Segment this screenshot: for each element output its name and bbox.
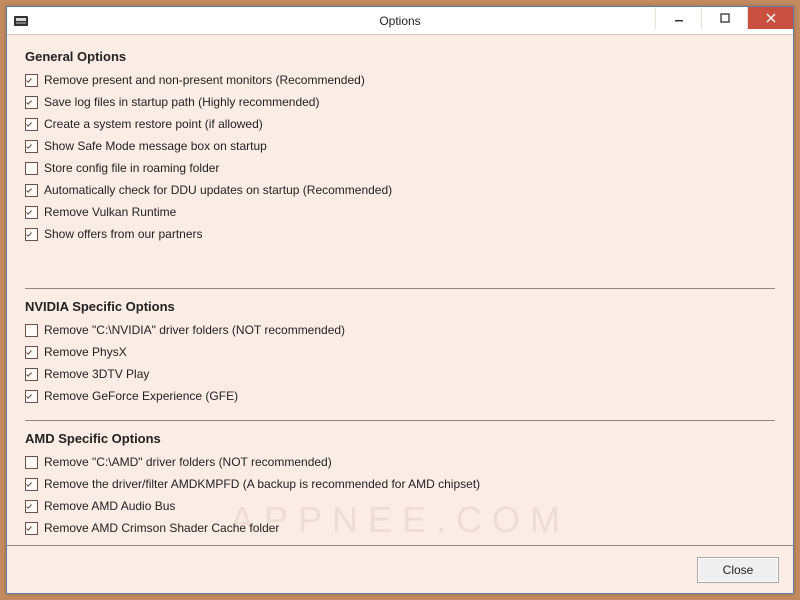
checkbox[interactable] <box>25 390 38 403</box>
option-row: Remove AMD Crimson Shader Cache folder <box>25 518 775 538</box>
option-row: Remove PhysX <box>25 342 775 362</box>
app-icon <box>13 13 29 29</box>
checkbox[interactable] <box>25 206 38 219</box>
divider <box>25 288 775 289</box>
window-controls <box>655 7 793 29</box>
close-window-button[interactable] <box>747 7 793 29</box>
checkbox[interactable] <box>25 140 38 153</box>
checkbox[interactable] <box>25 96 38 109</box>
option-row: Show Safe Mode message box on startup <box>25 136 775 156</box>
checkbox[interactable] <box>25 74 38 87</box>
option-row: Remove 3DTV Play <box>25 364 775 384</box>
option-label[interactable]: Automatically check for DDU updates on s… <box>44 183 392 197</box>
option-label[interactable]: Remove "C:\AMD" driver folders (NOT reco… <box>44 455 332 469</box>
maximize-button[interactable] <box>701 7 747 29</box>
titlebar: Options <box>7 7 793 35</box>
options-window: Options General Options Remove present a… <box>6 6 794 594</box>
option-row: Show offers from our partners <box>25 224 775 244</box>
close-button[interactable]: Close <box>697 557 779 583</box>
checkbox[interactable] <box>25 456 38 469</box>
option-label[interactable]: Show Safe Mode message box on startup <box>44 139 267 153</box>
option-row: Remove AMD Audio Bus <box>25 496 775 516</box>
amd-options-list: Remove "C:\AMD" driver folders (NOT reco… <box>25 452 775 538</box>
option-label[interactable]: Remove PhysX <box>44 345 127 359</box>
option-label[interactable]: Store config file in roaming folder <box>44 161 219 175</box>
option-label[interactable]: Remove GeForce Experience (GFE) <box>44 389 238 403</box>
option-label[interactable]: Show offers from our partners <box>44 227 203 241</box>
nvidia-section-title: NVIDIA Specific Options <box>25 299 775 314</box>
option-row: Save log files in startup path (Highly r… <box>25 92 775 112</box>
option-label[interactable]: Remove the driver/filter AMDKMPFD (A bac… <box>44 477 480 491</box>
option-row: Remove the driver/filter AMDKMPFD (A bac… <box>25 474 775 494</box>
option-label[interactable]: Remove AMD Audio Bus <box>44 499 175 513</box>
checkbox[interactable] <box>25 346 38 359</box>
option-row: Remove GeForce Experience (GFE) <box>25 386 775 406</box>
checkbox[interactable] <box>25 118 38 131</box>
checkbox[interactable] <box>25 324 38 337</box>
checkbox[interactable] <box>25 500 38 513</box>
option-row: Store config file in roaming folder <box>25 158 775 178</box>
option-label[interactable]: Remove Vulkan Runtime <box>44 205 176 219</box>
divider <box>25 420 775 421</box>
content-area: General Options Remove present and non-p… <box>7 35 793 545</box>
footer: Close <box>7 545 793 593</box>
amd-section-title: AMD Specific Options <box>25 431 775 446</box>
nvidia-options-list: Remove "C:\NVIDIA" driver folders (NOT r… <box>25 320 775 406</box>
general-section-title: General Options <box>25 49 775 64</box>
checkbox[interactable] <box>25 522 38 535</box>
option-row: Remove "C:\NVIDIA" driver folders (NOT r… <box>25 320 775 340</box>
checkbox[interactable] <box>25 478 38 491</box>
option-row: Remove present and non-present monitors … <box>25 70 775 90</box>
option-label[interactable]: Remove 3DTV Play <box>44 367 149 381</box>
option-row: Remove Vulkan Runtime <box>25 202 775 222</box>
checkbox[interactable] <box>25 184 38 197</box>
option-row: Automatically check for DDU updates on s… <box>25 180 775 200</box>
checkbox[interactable] <box>25 368 38 381</box>
option-label[interactable]: Remove present and non-present monitors … <box>44 73 365 87</box>
option-row: Remove "C:\AMD" driver folders (NOT reco… <box>25 452 775 472</box>
option-label[interactable]: Save log files in startup path (Highly r… <box>44 95 319 109</box>
checkbox[interactable] <box>25 162 38 175</box>
option-label[interactable]: Remove "C:\NVIDIA" driver folders (NOT r… <box>44 323 345 337</box>
minimize-button[interactable] <box>655 7 701 29</box>
general-options-list: Remove present and non-present monitors … <box>25 70 775 244</box>
checkbox[interactable] <box>25 228 38 241</box>
option-label[interactable]: Create a system restore point (if allowe… <box>44 117 263 131</box>
option-row: Create a system restore point (if allowe… <box>25 114 775 134</box>
option-label[interactable]: Remove AMD Crimson Shader Cache folder <box>44 521 279 535</box>
